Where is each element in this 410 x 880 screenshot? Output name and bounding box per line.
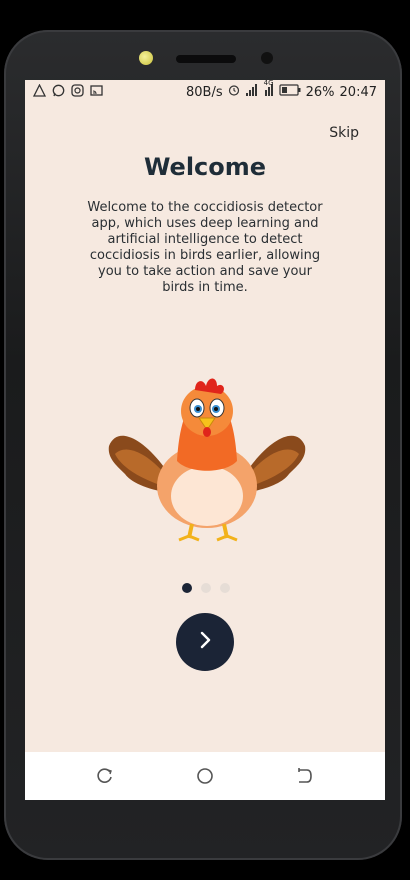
system-nav-bar — [25, 752, 385, 800]
front-camera — [139, 51, 153, 65]
hen-illustration — [108, 378, 306, 542]
chevron-right-icon — [195, 630, 215, 654]
signal-4g-icon: 4G — [264, 80, 274, 100]
signal-icon — [245, 84, 259, 100]
clock: 20:47 — [339, 84, 377, 100]
instagram-icon — [71, 84, 84, 97]
earpiece — [176, 55, 236, 63]
proximity-sensor — [261, 52, 273, 64]
page-dot-3[interactable] — [220, 583, 230, 593]
alarm-icon — [228, 84, 240, 100]
status-bar: 80B/s 4G 26% 20:47 — [25, 80, 385, 104]
network-type: 4G — [263, 80, 274, 87]
next-button[interactable] — [176, 613, 234, 671]
recent-apps-icon[interactable] — [96, 767, 114, 785]
whatsapp-icon — [52, 84, 65, 97]
network-speed: 80B/s — [186, 84, 223, 100]
battery-icon — [279, 84, 301, 100]
alert-triangle-icon — [32, 83, 47, 97]
page-indicator — [182, 583, 230, 593]
skip-button[interactable]: Skip — [329, 125, 359, 141]
welcome-description: Welcome to the coccidiosis detector app,… — [87, 200, 323, 295]
app-screen: 80B/s 4G 26% 20:47 Skip Welcome Welcome … — [25, 80, 385, 800]
cast-icon — [90, 84, 103, 97]
home-icon[interactable] — [196, 767, 214, 785]
page-title: Welcome — [143, 153, 267, 181]
page-dot-1[interactable] — [182, 583, 192, 593]
battery-percent: 26% — [305, 84, 335, 100]
page-dot-2[interactable] — [201, 583, 211, 593]
back-icon[interactable] — [295, 767, 313, 785]
